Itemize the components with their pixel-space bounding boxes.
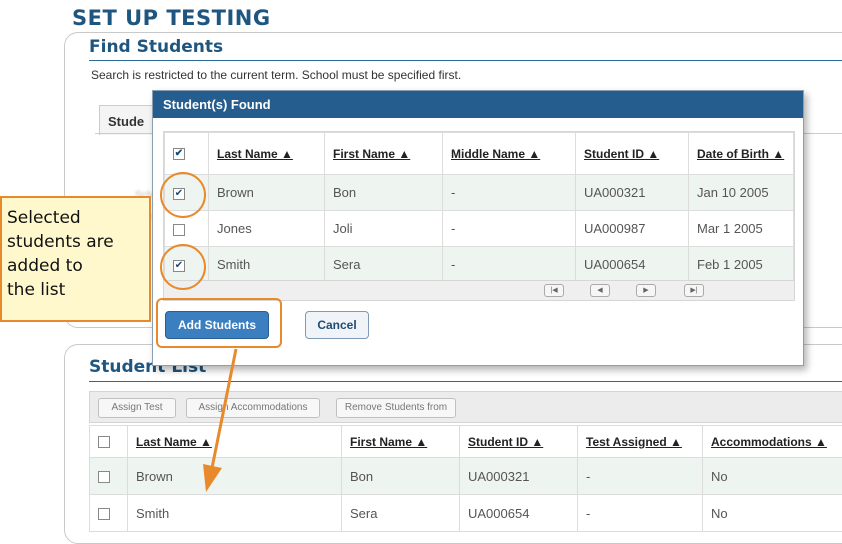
- dialog-title: Student(s) Found: [153, 91, 803, 118]
- assign-accommodations-button[interactable]: Assign Accommodations: [186, 398, 320, 418]
- cell-last-name: Brown: [209, 175, 325, 211]
- page-title: SET UP TESTING: [72, 6, 271, 30]
- column-header-last-name[interactable]: Last Name ▲: [128, 426, 342, 458]
- grid-pager: |◀ ◀ ▶ ▶|: [164, 280, 794, 300]
- table-row: Smith Sera UA000654 - No: [90, 495, 842, 532]
- callout-line: added to: [7, 254, 149, 278]
- annotation-callout: Selected students are added to the list: [0, 196, 151, 322]
- callout-line: Selected: [7, 206, 149, 230]
- student-list-panel: Student List Assign Test Assign Accommod…: [64, 344, 842, 544]
- select-all-cell: [90, 426, 128, 458]
- students-found-grid: ✔ Last Name ▲ First Name ▲ Middle Name ▲…: [163, 131, 795, 301]
- cell-middle-name: -: [443, 175, 576, 211]
- table-header-row: ✔ Last Name ▲ First Name ▲ Middle Name ▲…: [165, 133, 794, 175]
- cell-student-id: UA000654: [576, 247, 689, 283]
- cell-date-of-birth: Feb 1 2005: [689, 247, 794, 283]
- highlight-circle: [160, 172, 206, 218]
- column-header-last-name[interactable]: Last Name ▲: [209, 133, 325, 175]
- select-all-checkbox[interactable]: ✔: [173, 148, 185, 160]
- table-row[interactable]: ✔ Smith Sera - UA000654 Feb 1 2005: [165, 247, 794, 283]
- cell-accommodations: No: [703, 458, 842, 495]
- cell-student-id: UA000987: [576, 211, 689, 247]
- student-list-toolbar: Assign Test Assign Accommodations Remove…: [89, 391, 842, 423]
- cell-student-id: UA000321: [460, 458, 578, 495]
- cell-last-name: Smith: [209, 247, 325, 283]
- cell-student-id: UA000321: [576, 175, 689, 211]
- cell-first-name: Bon: [342, 458, 460, 495]
- highlight-rectangle: [156, 298, 282, 348]
- cell-last-name: Brown: [128, 458, 342, 495]
- callout-line: the list: [7, 278, 149, 302]
- search-note: Search is restricted to the current term…: [91, 68, 461, 82]
- cell-last-name: Smith: [128, 495, 342, 532]
- cell-test-assigned: -: [578, 495, 703, 532]
- cell-date-of-birth: Mar 1 2005: [689, 211, 794, 247]
- cell-first-name: Sera: [325, 247, 443, 283]
- cell-first-name: Joli: [325, 211, 443, 247]
- row-checkbox[interactable]: [173, 224, 185, 236]
- column-header-student-id[interactable]: Student ID ▲: [576, 133, 689, 175]
- column-header-date-of-birth[interactable]: Date of Birth ▲: [689, 133, 794, 175]
- table-header-row: Last Name ▲ First Name ▲ Student ID ▲ Te…: [90, 426, 842, 458]
- callout-line: students are: [7, 230, 149, 254]
- cell-first-name: Sera: [342, 495, 460, 532]
- find-students-heading: Find Students: [89, 37, 223, 57]
- cell-student-id: UA000654: [460, 495, 578, 532]
- heading-divider: [89, 381, 842, 382]
- cell-test-assigned: -: [578, 458, 703, 495]
- cancel-button[interactable]: Cancel: [305, 311, 369, 339]
- column-header-test-assigned[interactable]: Test Assigned ▲: [578, 426, 703, 458]
- search-tab[interactable]: Stude: [99, 105, 159, 135]
- row-checkbox[interactable]: [98, 471, 110, 483]
- column-header-first-name[interactable]: First Name ▲: [342, 426, 460, 458]
- previous-page-icon[interactable]: ◀: [590, 284, 610, 297]
- student-list-grid: Last Name ▲ First Name ▲ Student ID ▲ Te…: [89, 425, 842, 532]
- cell-date-of-birth: Jan 10 2005: [689, 175, 794, 211]
- select-all-checkbox[interactable]: [98, 436, 110, 448]
- select-all-cell: ✔: [165, 133, 209, 175]
- column-header-accommodations[interactable]: Accommodations ▲: [703, 426, 842, 458]
- cell-middle-name: -: [443, 211, 576, 247]
- highlight-circle: [160, 244, 206, 290]
- column-header-middle-name[interactable]: Middle Name ▲: [443, 133, 576, 175]
- assign-test-button[interactable]: Assign Test: [98, 398, 176, 418]
- remove-students-button[interactable]: Remove Students from: [336, 398, 456, 418]
- cell-middle-name: -: [443, 247, 576, 283]
- table-row: Brown Bon UA000321 - No: [90, 458, 842, 495]
- cell-last-name: Jones: [209, 211, 325, 247]
- row-checkbox[interactable]: [98, 508, 110, 520]
- table-row[interactable]: Jones Joli - UA000987 Mar 1 2005: [165, 211, 794, 247]
- last-page-icon[interactable]: ▶|: [684, 284, 704, 297]
- heading-divider: [89, 60, 842, 61]
- column-header-first-name[interactable]: First Name ▲: [325, 133, 443, 175]
- cell-first-name: Bon: [325, 175, 443, 211]
- next-page-icon[interactable]: ▶: [636, 284, 656, 297]
- table-row[interactable]: ✔ Brown Bon - UA000321 Jan 10 2005: [165, 175, 794, 211]
- column-header-student-id[interactable]: Student ID ▲: [460, 426, 578, 458]
- cell-accommodations: No: [703, 495, 842, 532]
- first-page-icon[interactable]: |◀: [544, 284, 564, 297]
